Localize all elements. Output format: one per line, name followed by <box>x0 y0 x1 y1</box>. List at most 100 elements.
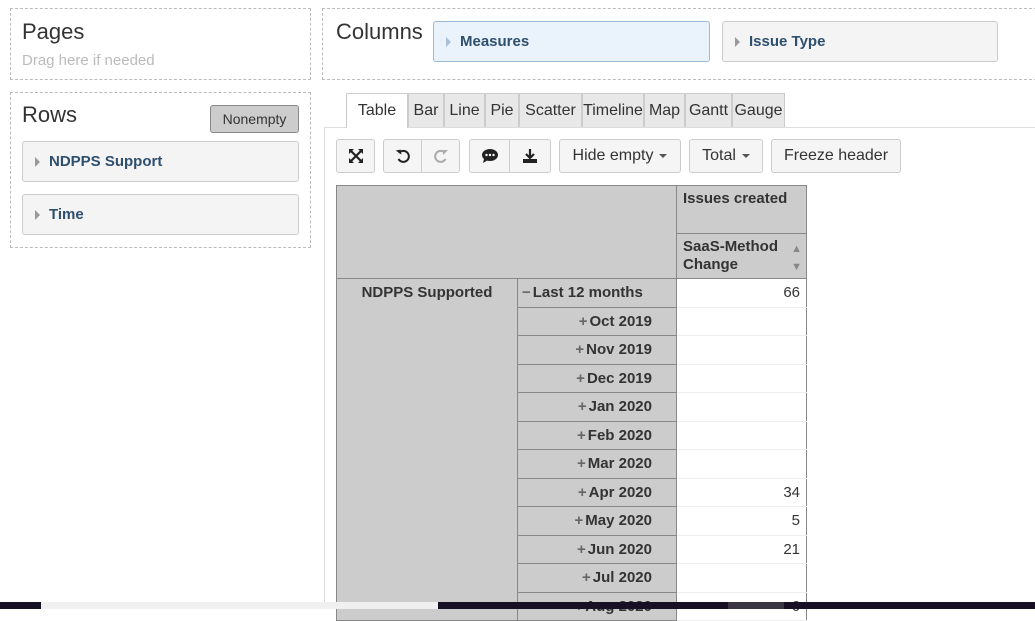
collapse-icon[interactable]: − <box>522 284 531 301</box>
tab-timeline[interactable]: Timeline <box>582 93 644 127</box>
caret-right-icon <box>35 209 40 220</box>
total-label: Total <box>702 147 736 164</box>
redo-button[interactable] <box>421 139 460 173</box>
tab-gantt[interactable]: Gantt <box>685 93 732 127</box>
freeze-header-button[interactable]: Freeze header <box>771 139 901 173</box>
comment-button[interactable] <box>469 139 510 173</box>
export-button[interactable] <box>509 139 551 173</box>
fullscreen-button[interactable] <box>336 139 375 173</box>
columns-item-measures[interactable]: Measures <box>433 21 710 62</box>
tab-label: Line <box>449 101 480 119</box>
row-header[interactable]: − Last 12 months <box>517 278 677 308</box>
row-header-label: Nov 2019 <box>586 341 652 359</box>
value-cell <box>676 364 807 393</box>
value-cell <box>676 392 807 422</box>
undo-button[interactable] <box>383 139 422 173</box>
tab-label: Map <box>648 101 681 119</box>
pages-placeholder: Drag here if needed <box>22 52 155 69</box>
expand-icon[interactable]: + <box>575 512 584 529</box>
caret-down-icon <box>741 154 750 158</box>
table-row: NDPPS Supported − Last 12 months 66 <box>336 278 807 621</box>
tab-label: Gantt <box>688 101 729 119</box>
table-corner <box>336 185 677 279</box>
hide-empty-dropdown[interactable]: Hide empty <box>559 139 681 173</box>
undo-icon <box>395 149 410 163</box>
caret-right-icon <box>446 36 451 47</box>
expand-icon[interactable]: + <box>582 569 591 586</box>
row-header-label: Apr 2020 <box>588 483 652 501</box>
taskbar <box>0 602 1035 609</box>
row-header-label: Jun 2020 <box>587 540 652 558</box>
nonempty-label: Nonempty <box>222 111 287 127</box>
column-header[interactable]: SaaS-Method Change ▲ ▼ <box>676 233 807 279</box>
row-header[interactable]: + Feb 2020 <box>517 420 677 450</box>
pages-title: Pages <box>22 19 85 44</box>
chart-type-tabs: Table Bar Line Pie Scatter Timeline Map … <box>346 93 785 128</box>
freeze-header-label: Freeze header <box>783 147 889 164</box>
columns-item-label: Measures <box>460 33 530 50</box>
column-header-label: SaaS-Method Change <box>683 238 779 273</box>
row-header[interactable]: + Mar 2020 <box>517 449 677 479</box>
tab-table[interactable]: Table <box>346 93 408 128</box>
rows-item-time[interactable]: Time <box>22 194 299 235</box>
rows-item-ndpps-support[interactable]: NDPPS Support <box>22 141 299 182</box>
rows-item-label: NDPPS Support <box>49 153 163 170</box>
hide-empty-label: Hide empty <box>572 147 654 164</box>
row-header[interactable]: + Apr 2020 <box>517 477 677 507</box>
tab-bar[interactable]: Bar <box>408 93 444 127</box>
total-dropdown[interactable]: Total <box>689 139 763 173</box>
pivot-table: Issues created SaaS-Method Change ▲ ▼ NDPP… <box>336 185 807 621</box>
expand-icon[interactable]: + <box>576 370 585 387</box>
taskbar-item[interactable] <box>728 602 784 609</box>
tab-pie[interactable]: Pie <box>485 93 519 127</box>
row-header-label: Mar 2020 <box>587 455 652 473</box>
tab-map[interactable]: Map <box>644 93 685 127</box>
value-cell <box>676 307 807 336</box>
row-header[interactable]: + Jul 2020 <box>517 563 677 593</box>
expand-arrows-icon <box>348 149 363 163</box>
row-header-label: Feb 2020 <box>587 426 652 444</box>
value-cell <box>676 421 807 450</box>
taskbar-search[interactable] <box>41 602 438 609</box>
columns-item-issue-type[interactable]: Issue Type <box>722 21 998 62</box>
columns-title: Columns <box>336 19 423 44</box>
sort-icon[interactable]: ▲ ▼ <box>791 240 802 276</box>
comment-icon <box>481 149 498 163</box>
tab-gauge[interactable]: Gauge <box>732 93 785 127</box>
caret-down-icon <box>659 154 668 158</box>
value-cell <box>676 449 807 479</box>
expand-icon[interactable]: + <box>577 541 586 558</box>
value-cell: 66 <box>676 278 807 308</box>
tab-label: Table <box>357 102 397 119</box>
tab-label: Bar <box>413 101 439 119</box>
content-border <box>324 127 325 609</box>
columns-item-label: Issue Type <box>749 33 826 50</box>
row-header-label: Dec 2019 <box>586 369 652 387</box>
row-header[interactable]: + Nov 2019 <box>517 335 677 365</box>
expand-icon[interactable]: + <box>578 398 587 415</box>
tab-line[interactable]: Line <box>444 93 485 127</box>
row-header[interactable]: + Oct 2019 <box>517 306 677 336</box>
tab-label: Scatter <box>525 101 576 119</box>
tab-scatter[interactable]: Scatter <box>519 93 582 127</box>
measure-header: Issues created <box>676 185 807 234</box>
nonempty-button[interactable]: Nonempty <box>210 105 299 133</box>
download-icon <box>523 149 537 163</box>
tab-label: Timeline <box>583 101 643 119</box>
tab-label: Gauge <box>734 101 783 119</box>
expand-icon[interactable]: + <box>577 455 586 472</box>
caret-right-icon <box>735 36 740 47</box>
value-cell: 5 <box>676 506 807 536</box>
row-header-label: Jul 2020 <box>592 569 652 587</box>
row-header[interactable]: + Jan 2020 <box>517 392 677 422</box>
row-header-label: Jan 2020 <box>588 398 652 416</box>
row-header[interactable]: + Jun 2020 <box>517 534 677 564</box>
expand-icon[interactable]: + <box>579 313 588 330</box>
rows-item-label: Time <box>49 206 84 223</box>
expand-icon[interactable]: + <box>575 341 584 358</box>
measure-header-label: Issues created <box>683 190 788 207</box>
row-header[interactable]: + May 2020 <box>517 506 677 536</box>
row-header[interactable]: + Dec 2019 <box>517 363 677 393</box>
expand-icon[interactable]: + <box>577 427 586 444</box>
expand-icon[interactable]: + <box>578 484 587 501</box>
